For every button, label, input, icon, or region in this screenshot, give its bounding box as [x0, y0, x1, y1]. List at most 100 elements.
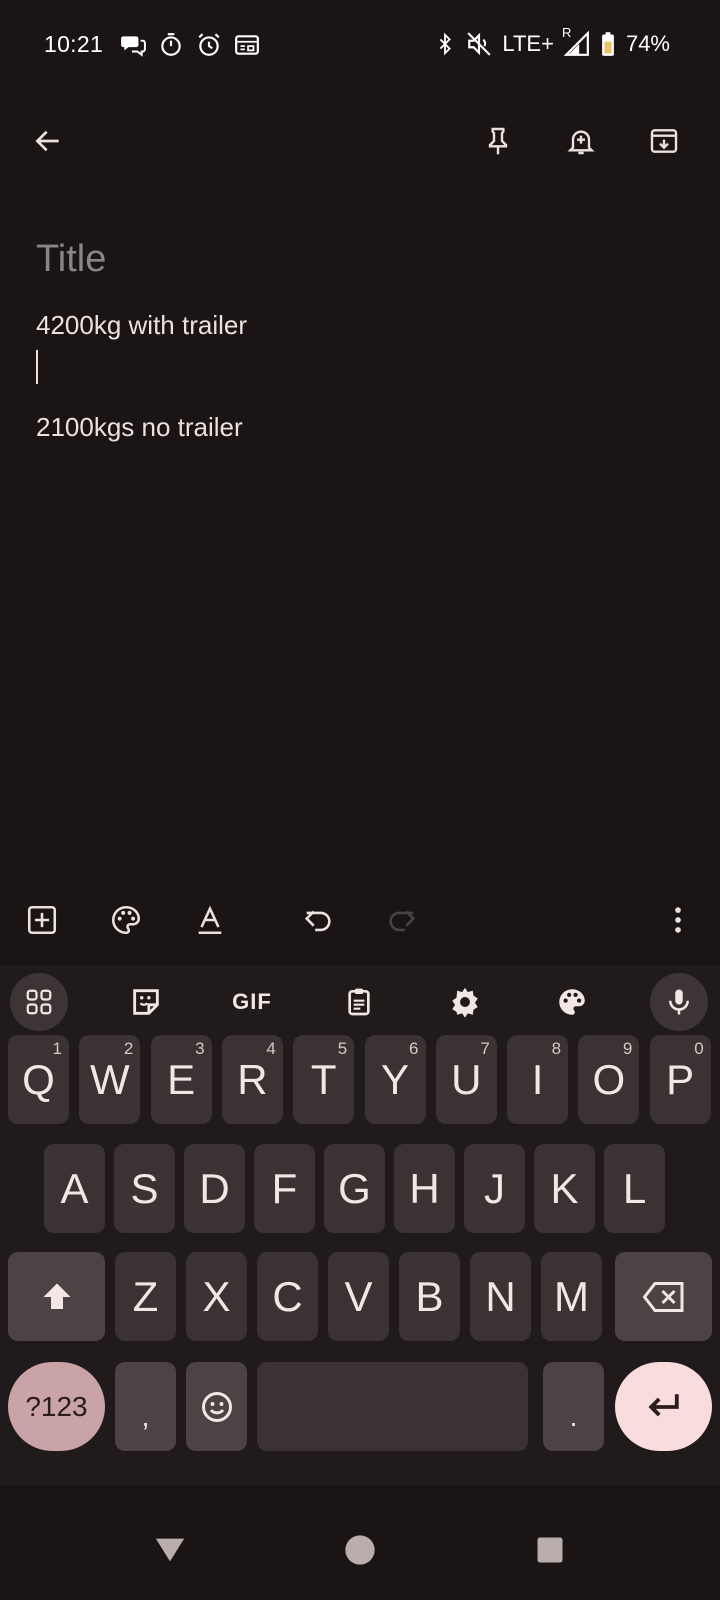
key-hint: 4 [266, 1039, 276, 1058]
key-f[interactable]: F [254, 1144, 315, 1233]
key-u[interactable]: U7 [435, 1035, 497, 1124]
key-q[interactable]: Q1 [8, 1035, 69, 1124]
key-k[interactable]: K [534, 1144, 595, 1233]
key-label: O [592, 1055, 626, 1103]
space-key[interactable] [257, 1362, 528, 1451]
square-recents-icon [537, 1537, 563, 1563]
keyboard-settings-button[interactable] [436, 973, 494, 1031]
microphone-icon [669, 989, 689, 1015]
title-input[interactable]: Title [36, 238, 106, 281]
key-z[interactable]: Z [115, 1252, 176, 1341]
stopwatch-icon [158, 32, 184, 58]
key-p[interactable]: P0 [649, 1035, 711, 1124]
add-content-button[interactable] [14, 892, 70, 948]
add-box-icon [27, 905, 57, 935]
redo-icon [389, 910, 416, 932]
key-hint: 5 [337, 1039, 348, 1058]
reminder-button[interactable] [553, 113, 609, 169]
nav-back-button[interactable] [140, 1520, 200, 1580]
archive-icon [650, 129, 678, 153]
battery-percent: 74% [625, 31, 670, 56]
key-t[interactable]: T5 [293, 1035, 355, 1124]
shift-arrow-icon [43, 1283, 70, 1309]
key-s[interactable]: S [114, 1144, 175, 1233]
key-h[interactable]: H [394, 1144, 455, 1233]
comma-key[interactable]: , [115, 1362, 176, 1451]
backspace-key[interactable] [615, 1252, 712, 1341]
more-vert-icon [675, 907, 681, 933]
key-label: W [89, 1055, 130, 1103]
shift-key[interactable] [8, 1252, 105, 1341]
key-label: U [451, 1055, 482, 1103]
key-c[interactable]: C [257, 1252, 318, 1341]
key-hint: 9 [622, 1039, 633, 1058]
key-b[interactable]: B [399, 1252, 460, 1341]
status-bar: 10:21 LTE+ R 74% [0, 0, 720, 90]
key-w[interactable]: W2 [79, 1035, 141, 1124]
apps-grid-button[interactable] [10, 973, 68, 1031]
enter-key[interactable] [615, 1362, 712, 1451]
text-format-button[interactable] [182, 892, 238, 948]
battery-icon [600, 31, 616, 57]
note-body-input[interactable]: 4200kg with trailer 2100kgs no trailer [36, 308, 686, 444]
sticker-icon [133, 989, 159, 1015]
nav-recents-button[interactable] [520, 1520, 580, 1580]
theme-button[interactable] [543, 973, 601, 1031]
sticker-button[interactable] [117, 973, 175, 1031]
key-hint: 8 [551, 1039, 562, 1058]
key-x[interactable]: X [186, 1252, 247, 1341]
backspace-icon [642, 1281, 683, 1312]
status-time: 10:21 [44, 31, 104, 57]
key-hint: 6 [409, 1039, 419, 1058]
period-label: . [569, 1400, 578, 1432]
clipboard-button[interactable] [330, 973, 388, 1031]
key-hint: 0 [694, 1039, 704, 1058]
archive-button[interactable] [636, 113, 692, 169]
vibrate-mute-icon [466, 31, 492, 57]
network-type: LTE+ [502, 31, 554, 56]
back-button[interactable] [20, 113, 76, 169]
key-e[interactable]: E3 [150, 1035, 212, 1124]
key-m[interactable]: M [541, 1252, 602, 1341]
alarm-icon [196, 32, 222, 58]
more-options-button[interactable] [650, 892, 706, 948]
key-d[interactable]: D [184, 1144, 245, 1233]
emoji-icon [201, 1391, 232, 1422]
period-key[interactable]: . [543, 1362, 604, 1451]
symbols-key[interactable]: ?123 [8, 1362, 105, 1451]
soft-keyboard: GIF Q1W2E3R4T5Y6U7I8O9P0 ASDFGHJKL ZXCVB… [0, 965, 720, 1485]
key-o[interactable]: O9 [578, 1035, 640, 1124]
undo-icon [304, 910, 331, 932]
key-v[interactable]: V [328, 1252, 389, 1341]
emoji-key[interactable] [186, 1362, 247, 1451]
note-toolbar [0, 110, 720, 190]
undo-button[interactable] [290, 892, 346, 948]
key-hint: 7 [480, 1039, 490, 1058]
key-label: Q [22, 1055, 55, 1103]
key-g[interactable]: G [324, 1144, 385, 1233]
gif-label: GIF [232, 989, 272, 1014]
voice-input-button[interactable] [650, 973, 708, 1031]
gif-button[interactable]: GIF [223, 973, 281, 1031]
key-y[interactable]: Y6 [364, 1035, 426, 1124]
key-r[interactable]: R4 [221, 1035, 283, 1124]
key-a[interactable]: A [44, 1144, 105, 1233]
key-i[interactable]: I8 [507, 1035, 569, 1124]
pin-button[interactable] [470, 113, 526, 169]
pin-icon [488, 127, 508, 155]
nav-home-button[interactable] [330, 1520, 390, 1580]
clipboard-icon [348, 988, 370, 1016]
key-hint: 1 [52, 1039, 62, 1058]
text-format-icon [198, 905, 222, 935]
key-label: I [531, 1055, 544, 1103]
key-j[interactable]: J [464, 1144, 525, 1233]
system-nav-bar [0, 1500, 720, 1600]
background-options-button[interactable] [98, 892, 154, 948]
roaming-indicator: R [561, 25, 572, 40]
editor-action-bar [0, 885, 720, 955]
redo-button[interactable] [374, 892, 430, 948]
key-n[interactable]: N [470, 1252, 531, 1341]
key-l[interactable]: L [604, 1144, 665, 1233]
palette-icon [111, 905, 141, 935]
key-label: P [666, 1055, 695, 1103]
